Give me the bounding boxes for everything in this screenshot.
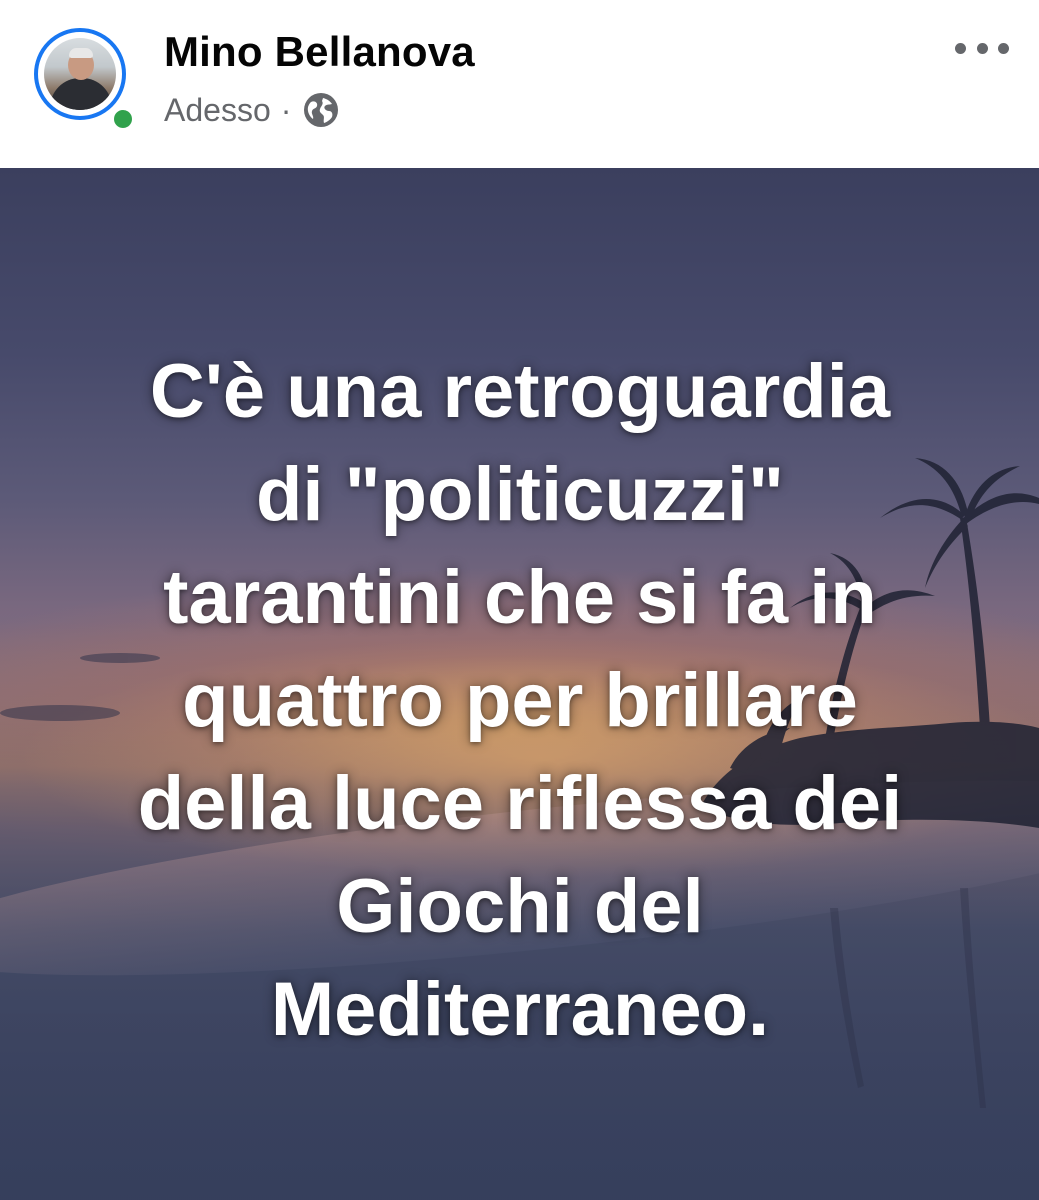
quote-line: Mediterraneo. [270, 967, 770, 1052]
dot [955, 42, 966, 54]
quote-text: C'è una retroguardia di "politicuzzi" ta… [40, 340, 1000, 1061]
profile-avatar[interactable] [34, 28, 136, 132]
post-meta: Adesso · [164, 88, 341, 132]
meta-separator: · [280, 91, 292, 128]
dot [976, 42, 988, 54]
online-status-dot [110, 106, 136, 132]
quote-line: quattro per brillare [182, 658, 858, 743]
more-options-icon[interactable] [955, 38, 1009, 58]
quote-line: C'è una retroguardia [149, 349, 891, 434]
author-name[interactable]: Mino Bellanova [164, 28, 475, 76]
globe-icon[interactable] [301, 90, 341, 130]
dot [998, 42, 1009, 54]
post-timestamp[interactable]: Adesso [164, 92, 271, 129]
avatar-photo [44, 38, 116, 110]
post-image[interactable]: C'è una retroguardia di "politicuzzi" ta… [0, 168, 1039, 1200]
quote-line: tarantini che si fa in [163, 555, 877, 640]
quote-line: di "politicuzzi" [255, 452, 785, 537]
quote-line: Giochi del [336, 864, 704, 949]
post-header: Mino Bellanova Adesso · [0, 0, 1039, 168]
quote-line: della luce riflessa dei [137, 761, 903, 846]
